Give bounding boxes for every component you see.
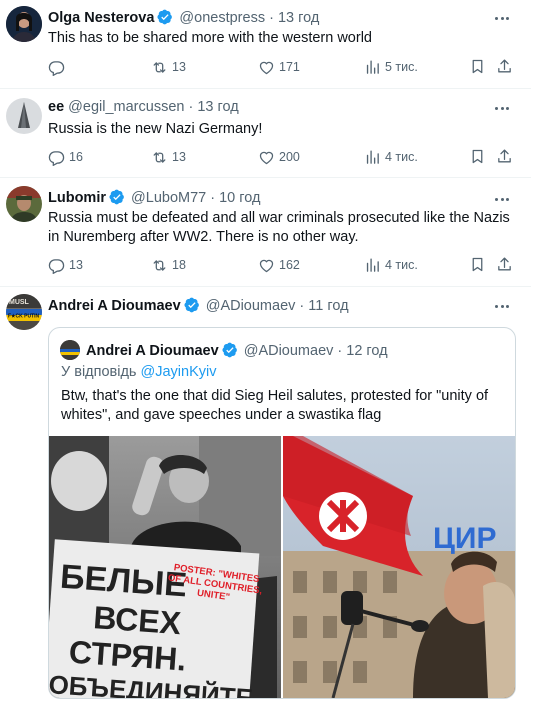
tweet[interactable]: Lubomir @LuboM77 · 10 год Russia must be… bbox=[0, 178, 531, 287]
retweet-button[interactable]: 13 bbox=[151, 147, 186, 167]
like-button[interactable]: 171 bbox=[258, 57, 300, 77]
quote-header: Andrei A Dioumaev @ADioumaev · 12 год bbox=[86, 342, 388, 359]
views-icon bbox=[364, 149, 381, 166]
retweet-count: 13 bbox=[172, 60, 186, 74]
avatar-top-text: MUSL bbox=[9, 299, 30, 306]
timestamp[interactable]: · 13 год bbox=[188, 99, 238, 115]
retweet-button[interactable]: 13 bbox=[151, 57, 186, 77]
tweet-header: Olga Nesterova @onestpress · 13 год bbox=[48, 9, 491, 26]
reply-prefix: У відповідь bbox=[61, 364, 137, 380]
quote-timestamp[interactable]: · 12 год bbox=[337, 343, 387, 359]
share-icon[interactable] bbox=[496, 256, 513, 273]
views-icon bbox=[364, 59, 381, 76]
like-count: 162 bbox=[279, 258, 300, 272]
like-icon bbox=[258, 149, 275, 166]
view-count: 5 тис. bbox=[385, 60, 418, 74]
views-button[interactable]: 4 тис. bbox=[364, 255, 418, 275]
views-button[interactable]: 5 тис. bbox=[364, 57, 418, 77]
reply-button[interactable]: 16 bbox=[48, 147, 83, 167]
quote-text: Btw, that's the one that did Sieg Heil s… bbox=[61, 388, 489, 423]
tweet-actions: 16 13 200 4 тис. bbox=[48, 147, 518, 167]
reply-count: 16 bbox=[69, 150, 83, 164]
like-icon bbox=[258, 59, 275, 76]
like-button[interactable]: 162 bbox=[258, 255, 300, 275]
poster-line: ВСЕХ bbox=[92, 599, 183, 641]
author-handle[interactable]: @ADioumaev bbox=[206, 298, 296, 314]
verified-badge-icon bbox=[157, 9, 173, 25]
author-name[interactable]: Andrei A Dioumaev bbox=[48, 298, 181, 314]
tweet[interactable]: Olga Nesterova @onestpress · 13 год This… bbox=[0, 0, 531, 89]
reply-icon bbox=[48, 59, 65, 76]
reply-icon bbox=[48, 149, 65, 166]
timestamp[interactable]: · 11 год bbox=[299, 298, 348, 314]
tweet-actions: 13 18 162 4 тис. bbox=[48, 255, 518, 275]
view-count: 4 тис. bbox=[385, 150, 418, 164]
reply-icon bbox=[48, 257, 65, 274]
author-name[interactable]: Olga Nesterova bbox=[48, 10, 154, 26]
views-button[interactable]: 4 тис. bbox=[364, 147, 418, 167]
more-options-icon[interactable] bbox=[495, 12, 515, 24]
avatar[interactable] bbox=[6, 6, 42, 42]
avatar[interactable]: MUSL F★CK PUTIN bbox=[6, 294, 42, 330]
author-handle[interactable]: @LuboM77 bbox=[131, 190, 206, 206]
author-handle[interactable]: @onestpress bbox=[179, 10, 265, 26]
quoted-tweet[interactable]: Andrei A Dioumaev @ADioumaev · 12 год У … bbox=[48, 327, 516, 699]
more-options-icon[interactable] bbox=[495, 193, 515, 205]
retweet-icon bbox=[151, 257, 168, 274]
bookmark-icon[interactable] bbox=[469, 148, 486, 165]
like-icon bbox=[258, 257, 275, 274]
reply-count: 13 bbox=[69, 258, 83, 272]
like-count: 200 bbox=[279, 150, 300, 164]
reply-context: У відповідь @JayinKyiv bbox=[61, 364, 216, 380]
retweet-icon bbox=[151, 59, 168, 76]
tweet-actions: 13 171 5 тис. bbox=[48, 57, 518, 77]
bookmark-icon[interactable] bbox=[469, 58, 486, 75]
verified-badge-icon bbox=[109, 189, 125, 205]
author-name[interactable]: ee bbox=[48, 99, 64, 115]
avatar[interactable] bbox=[6, 98, 42, 134]
more-options-icon[interactable] bbox=[495, 300, 515, 312]
author-handle[interactable]: @egil_marcussen bbox=[68, 99, 184, 115]
photo-speaker-flag[interactable]: ЦИР bbox=[283, 436, 515, 698]
tweet-header: Lubomir @LuboM77 · 10 год bbox=[48, 189, 491, 206]
author-name[interactable]: Lubomir bbox=[48, 190, 106, 206]
retweet-count: 13 bbox=[172, 150, 186, 164]
quote-author-handle[interactable]: @ADioumaev bbox=[244, 343, 334, 359]
more-options-icon[interactable] bbox=[495, 102, 515, 114]
verified-badge-icon bbox=[184, 297, 200, 313]
building-sign: ЦИР bbox=[433, 522, 497, 555]
quote-author-name[interactable]: Andrei A Dioumaev bbox=[86, 343, 219, 359]
tweet-text: Russia must be defeated and all war crim… bbox=[48, 210, 510, 245]
tweet-header: ee @egil_marcussen · 13 год bbox=[48, 99, 491, 115]
like-count: 171 bbox=[279, 60, 300, 74]
tweet-text: Russia is the new Nazi Germany! bbox=[48, 121, 263, 137]
view-count: 4 тис. bbox=[385, 258, 418, 272]
tweet[interactable]: ee @egil_marcussen · 13 год Russia is th… bbox=[0, 89, 531, 178]
timestamp[interactable]: · 10 год bbox=[210, 190, 260, 206]
bookmark-icon[interactable] bbox=[469, 256, 486, 273]
avatar[interactable] bbox=[6, 186, 42, 222]
reply-to-handle[interactable]: @JayinKyiv bbox=[141, 364, 217, 380]
verified-badge-icon bbox=[222, 342, 238, 358]
reply-button[interactable]: 13 bbox=[48, 255, 83, 275]
timestamp[interactable]: · 13 год bbox=[269, 10, 319, 26]
share-icon[interactable] bbox=[496, 58, 513, 75]
avatar-badge-text: F★CK PUTIN bbox=[8, 314, 40, 320]
retweet-button[interactable]: 18 bbox=[151, 255, 186, 275]
like-button[interactable]: 200 bbox=[258, 147, 300, 167]
share-icon[interactable] bbox=[496, 148, 513, 165]
retweet-icon bbox=[151, 149, 168, 166]
retweet-count: 18 bbox=[172, 258, 186, 272]
tweet-header: Andrei A Dioumaev @ADioumaev · 11 год bbox=[48, 297, 491, 314]
reply-button[interactable] bbox=[48, 57, 69, 77]
tweet-text: This has to be shared more with the west… bbox=[48, 30, 372, 46]
views-icon bbox=[364, 257, 381, 274]
photo-protest-poster[interactable]: БЕЛЫЕ ВСЕХ СТРЯН. ОБЪЕДИНЯЙТЕ POSTER: "W… bbox=[49, 436, 281, 698]
quote-avatar[interactable] bbox=[60, 340, 80, 360]
